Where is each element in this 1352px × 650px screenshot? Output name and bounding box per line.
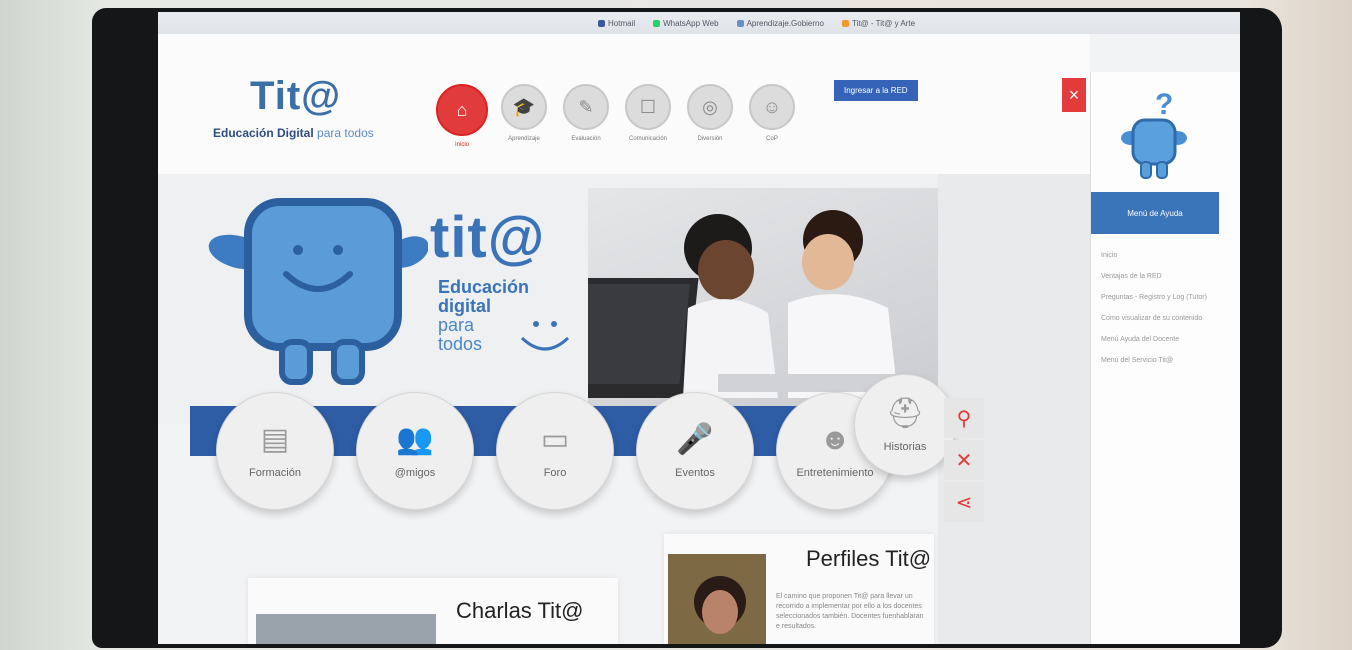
woman-portrait-image: [668, 554, 766, 644]
nav-item-aprendizaje[interactable]: 🎓 Aprendizaje: [500, 84, 548, 148]
gamepad-icon: ◎: [687, 84, 733, 130]
help-item[interactable]: Preguntas - Registro y Log (Tutor): [1101, 294, 1207, 301]
help-item[interactable]: Inicio: [1101, 252, 1207, 259]
theater-masks-icon: ☻: [819, 423, 851, 456]
perfiles-title: Perfiles Tit@: [806, 546, 932, 571]
site-logo[interactable]: Tit@: [250, 74, 341, 119]
charlas-card[interactable]: Charlas Tit@: [248, 578, 618, 644]
chat-icon: ☐: [625, 84, 671, 130]
share-icon[interactable]: ⋖: [944, 482, 984, 522]
help-menu-list: Inicio Ventajas de la RED Preguntas - Re…: [1101, 252, 1207, 378]
charlas-photo: [256, 614, 436, 644]
microphone-icon: 🎤: [676, 423, 714, 456]
group-icon: ☺: [749, 84, 795, 130]
bookmark-icon: [841, 19, 849, 27]
perfiles-card[interactable]: Perfiles Tit@ El camino que proponen Tit…: [664, 534, 934, 644]
mascot-illustration: [208, 198, 428, 385]
nav-item-inicio[interactable]: ⌂ Inicio: [436, 84, 488, 148]
mascot-question-icon: ?: [1121, 88, 1187, 179]
speech-bubbles-icon: ▭: [540, 423, 570, 456]
help-item[interactable]: Menú del Servicio Tit@: [1101, 357, 1207, 364]
profile-photo: [668, 554, 766, 644]
smile-icon: [520, 321, 570, 351]
help-menu-header: Menú de Ayuda: [1091, 192, 1219, 234]
pencil-icon: ✎: [563, 84, 609, 130]
floating-tools: ⚲ ✕ ⋖: [944, 398, 984, 522]
people-icon: 👥: [396, 423, 434, 456]
bookmark-item[interactable]: Hotmail: [598, 19, 635, 28]
help-item[interactable]: Ventajas de la RED: [1101, 273, 1207, 280]
charlas-title: Charlas Tit@: [456, 598, 584, 623]
bookmark-item[interactable]: Tit@ - Tit@ y Arte: [841, 19, 915, 28]
close-button[interactable]: ×: [1062, 78, 1086, 112]
section-formacion[interactable]: ▤ Formación: [216, 392, 334, 510]
nav-item-diversion[interactable]: ◎ Diversión: [686, 84, 734, 148]
tools-icon[interactable]: ✕: [944, 440, 984, 480]
bookmark-icon: [598, 19, 605, 27]
whatsapp-icon: [653, 19, 661, 27]
search-icon[interactable]: ⚲: [944, 398, 984, 438]
logo-tagline: Educación Digital para todos: [213, 126, 374, 140]
hero-title: tit@: [430, 205, 546, 270]
help-item[interactable]: Como visualizar de su contenido: [1101, 315, 1207, 322]
notebook-icon: ▤: [260, 423, 290, 456]
help-item[interactable]: Menú Ayuda del Docente: [1101, 336, 1207, 343]
section-foro[interactable]: ▭ Foro: [496, 392, 614, 510]
nav-item-evaluacion[interactable]: ✎ Evaluación: [562, 84, 610, 148]
browser-screen: Hotmail WhatsApp Web Aprendizaje.Gobiern…: [158, 12, 1240, 644]
svg-text:?: ?: [1155, 88, 1173, 121]
perfiles-text: El camino que proponen Tit@ para llevar …: [776, 593, 924, 630]
section-circles: ▤ Formación 👥 @migos ▭ Foro 🎤 Eventos ☻ …: [216, 392, 894, 510]
nav-item-comunicacion[interactable]: ☐ Comunicación: [624, 84, 672, 148]
section-amigos[interactable]: 👥 @migos: [356, 392, 474, 510]
home-icon: ⌂: [436, 84, 488, 136]
main-nav: ⌂ Inicio 🎓 Aprendizaje ✎ Evaluación ☐ Co…: [436, 84, 796, 148]
help-panel: ? Menú de Ayuda Inicio Ventajas de la RE…: [1090, 72, 1240, 644]
graduation-cap-icon: 🎓: [501, 84, 547, 130]
bookmark-icon: [736, 19, 744, 27]
site-header: Tit@ Educación Digital para todos ⌂ Inic…: [158, 34, 1090, 174]
section-historias[interactable]: ⛑ Historias: [854, 374, 956, 476]
login-button[interactable]: Ingresar a la RED: [834, 80, 918, 101]
bookmarks-bar: Hotmail WhatsApp Web Aprendizaje.Gobiern…: [158, 12, 1240, 34]
bookmark-item[interactable]: Aprendizaje.Gobierno: [736, 19, 824, 28]
bookmark-item[interactable]: WhatsApp Web: [653, 19, 719, 28]
nav-item-cop[interactable]: ☺ CoP: [748, 84, 796, 148]
chef-hat-icon: ⛑: [885, 397, 925, 430]
section-eventos[interactable]: 🎤 Eventos: [636, 392, 754, 510]
